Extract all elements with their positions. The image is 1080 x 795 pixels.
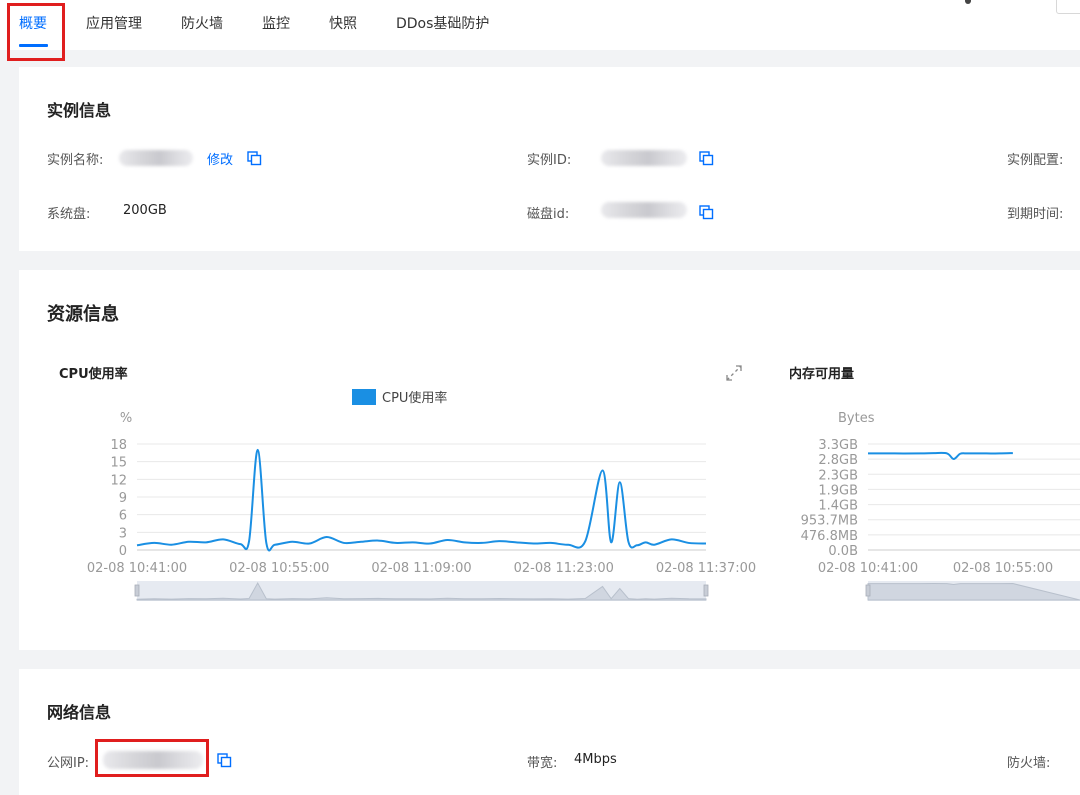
cpu-legend-label: CPU使用率 [382,390,447,406]
memory-y-tick: 1.4GB [818,499,858,514]
memory-y-tick: 3.3GB [818,438,858,453]
cpu-zoom-handle-right [703,584,709,597]
memory-y-tick: 476.8MB [801,529,858,544]
memory-y-tick: 1.9GB [818,483,858,498]
memory-y-tick: 2.8GB [818,453,858,468]
memory-x-tick: 02-08 10:55:00 [953,561,1053,576]
network-info-title: 网络信息 [47,703,112,722]
copy-icon[interactable] [217,753,232,768]
cpu-series-line [136,448,707,552]
public-ip-label: 公网IP: [47,756,90,771]
cpu-y-tick: 9 [119,491,127,506]
memory-axis-unit: Bytes [838,411,875,426]
bandwidth-value: 4Mbps [574,752,617,767]
memory-y-tick: 953.7MB [801,514,858,529]
ip-highlight-annotation [95,739,209,777]
cpu-x-tick: 02-08 11:37:00 [656,561,756,576]
cpu-legend-swatch [352,389,376,405]
cpu-y-tick: 0 [119,544,127,559]
memory-y-tick: 0.0B [828,544,858,559]
firewall-label: 防火墙: [1007,756,1051,771]
cpu-axis-unit: % [120,411,132,426]
cpu-y-tick: 18 [110,438,127,453]
cpu-y-tick: 6 [119,509,127,524]
cpu-x-tick: 02-08 10:41:00 [87,561,187,576]
memory-y-tick: 2.3GB [818,468,858,483]
memory-zoom-handle-left [865,584,871,597]
cpu-y-tick: 15 [110,456,127,471]
bandwidth-label: 带宽: [527,756,558,771]
memory-x-tick: 02-08 10:41:00 [818,561,918,576]
cpu-y-tick: 3 [119,526,127,541]
cpu-x-tick: 02-08 11:23:00 [514,561,614,576]
memory-series-line [868,451,1013,460]
cpu-y-tick: 12 [110,473,127,488]
cpu-zoom-handle-left [134,584,140,597]
cpu-x-tick: 02-08 10:55:00 [229,561,329,576]
cpu-x-tick: 02-08 11:09:00 [371,561,471,576]
